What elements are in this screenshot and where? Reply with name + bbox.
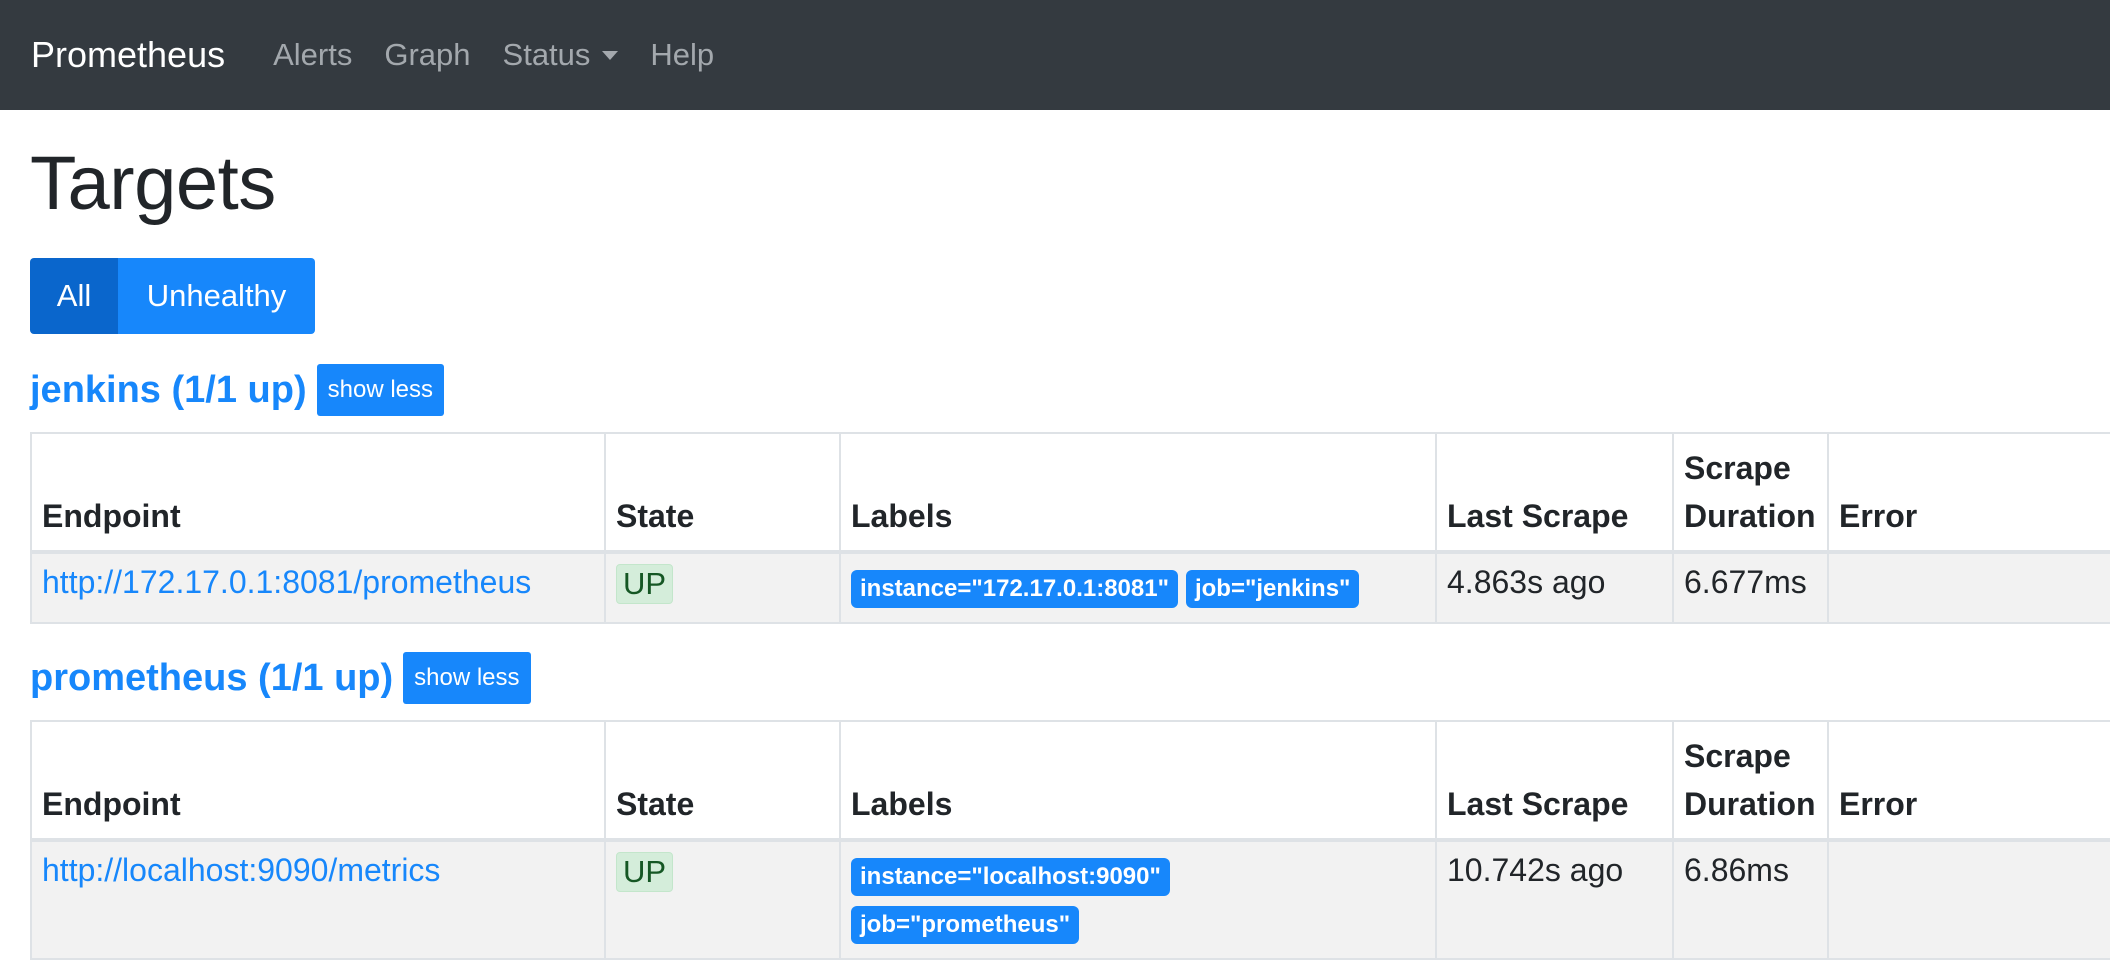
error-cell (1827, 839, 2110, 960)
header-state: State (604, 432, 841, 554)
endpoint-cell: http://localhost:9090/metrics (30, 839, 606, 960)
targets-table-prometheus: Endpoint State Labels Last Scrape Scrape… (30, 720, 2110, 960)
header-labels: Labels (839, 432, 1437, 554)
endpoint-cell: http://172.17.0.1:8081/prometheus (30, 551, 606, 624)
job-header-jenkins: jenkins (1/1 up) show less (30, 364, 2110, 416)
show-less-button[interactable]: show less (403, 652, 531, 704)
last-scrape-cell: 10.742s ago (1435, 839, 1674, 960)
header-endpoint: Endpoint (30, 720, 606, 842)
job-title-link[interactable]: prometheus (1/1 up) (30, 657, 393, 700)
header-scrape-duration: Scrape Duration (1672, 720, 1829, 842)
header-scrape-duration: Scrape Duration (1672, 432, 1829, 554)
nav-graph[interactable]: Graph (384, 37, 470, 73)
error-cell (1827, 551, 2110, 624)
header-last-scrape: Last Scrape (1435, 432, 1674, 554)
scrape-duration-cell: 6.677ms (1672, 551, 1829, 624)
state-badge: UP (616, 564, 674, 604)
state-cell: UP (604, 551, 841, 624)
endpoint-link[interactable]: http://172.17.0.1:8081/prometheus (42, 564, 531, 600)
targets-table-jenkins: Endpoint State Labels Last Scrape Scrape… (30, 432, 2110, 624)
header-labels: Labels (839, 720, 1437, 842)
table-header-row: Endpoint State Labels Last Scrape Scrape… (30, 720, 2110, 842)
header-error: Error (1827, 432, 2110, 554)
label-badge: instance="172.17.0.1:8081" (851, 570, 1178, 608)
last-scrape-cell: 4.863s ago (1435, 551, 1674, 624)
table-header-row: Endpoint State Labels Last Scrape Scrape… (30, 432, 2110, 554)
page-title: Targets (30, 141, 276, 226)
main-content: Targets All Unhealthy jenkins (1/1 up) s… (0, 146, 2110, 960)
header-last-scrape: Last Scrape (1435, 720, 1674, 842)
nav-alerts[interactable]: Alerts (273, 37, 352, 73)
filter-unhealthy-button[interactable]: Unhealthy (118, 258, 315, 334)
table-row: http://localhost:9090/metrics UP instanc… (30, 839, 2110, 960)
header-state: State (604, 720, 841, 842)
job-title-link[interactable]: jenkins (1/1 up) (30, 369, 307, 412)
caret-down-icon (602, 50, 619, 60)
label-badge: instance="localhost:9090" (851, 858, 1170, 896)
filter-all-button[interactable]: All (30, 258, 118, 334)
state-cell: UP (604, 839, 841, 960)
label-badge: job="prometheus" (851, 906, 1080, 944)
top-navbar: Prometheus Alerts Graph Status Help (0, 0, 2110, 110)
job-header-prometheus: prometheus (1/1 up) show less (30, 652, 2110, 704)
nav-help[interactable]: Help (650, 37, 714, 73)
label-badge: job="jenkins" (1185, 570, 1360, 608)
state-badge: UP (616, 852, 674, 892)
filter-button-group: All Unhealthy (30, 258, 2110, 334)
scrape-duration-cell: 6.86ms (1672, 839, 1829, 960)
labels-cell: instance="localhost:9090" job="prometheu… (839, 839, 1437, 960)
brand-link[interactable]: Prometheus (31, 34, 225, 76)
endpoint-link[interactable]: http://localhost:9090/metrics (42, 852, 440, 888)
header-error: Error (1827, 720, 2110, 842)
nav-status-label: Status (502, 37, 591, 72)
header-endpoint: Endpoint (30, 432, 606, 554)
labels-cell: instance="172.17.0.1:8081" job="jenkins" (839, 551, 1437, 624)
nav-status-dropdown[interactable]: Status (503, 37, 619, 73)
show-less-button[interactable]: show less (316, 364, 444, 416)
table-row: http://172.17.0.1:8081/prometheus UP ins… (30, 551, 2110, 624)
